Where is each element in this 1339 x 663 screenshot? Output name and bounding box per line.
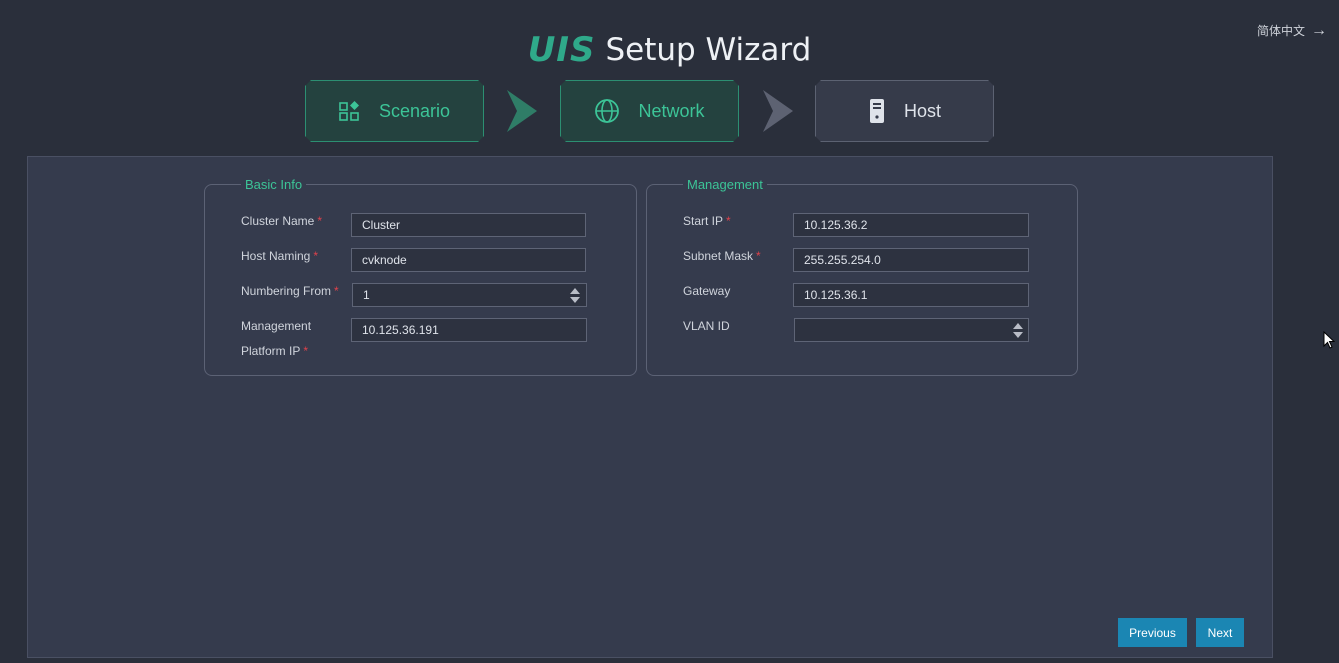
management-ip-row: Management Platform IP * bbox=[205, 318, 636, 368]
basic-info-legend: Basic Info bbox=[245, 177, 303, 192]
step-host[interactable]: Host bbox=[815, 80, 994, 142]
stepper-down-icon[interactable] bbox=[1013, 332, 1023, 338]
host-naming-input[interactable] bbox=[351, 248, 586, 272]
numbering-from-row: Numbering From * bbox=[205, 283, 636, 309]
step-label: Host bbox=[903, 100, 941, 121]
apps-icon bbox=[339, 100, 361, 122]
start-ip-row: Start IP * bbox=[647, 213, 1077, 239]
page-title: UIS Setup Wizard bbox=[0, 30, 1339, 70]
cluster-name-label: Cluster Name * bbox=[241, 214, 323, 228]
server-icon bbox=[868, 98, 886, 124]
stepper-up-icon[interactable] bbox=[1013, 323, 1023, 329]
management-group: Management Start IP* Subnet Mask* Gatewa… bbox=[646, 177, 1078, 376]
step-scenario[interactable]: Scenario bbox=[305, 80, 484, 142]
subnet-mask-label: Subnet Mask * bbox=[683, 249, 761, 263]
basic-info-group: Basic Info Cluster Name* Host Naming* Nu… bbox=[204, 177, 637, 376]
numbering-from-stepper[interactable] bbox=[352, 283, 587, 307]
globe-icon bbox=[594, 98, 620, 124]
numbering-from-label: Numbering From * bbox=[241, 284, 339, 298]
next-button[interactable]: Next bbox=[1196, 618, 1244, 647]
vlan-id-label: VLAN ID bbox=[683, 319, 730, 333]
subnet-mask-input[interactable] bbox=[793, 248, 1029, 272]
main-panel: Basic Info Cluster Name* Host Naming* Nu… bbox=[27, 156, 1273, 658]
host-naming-label: Host Naming * bbox=[241, 249, 319, 263]
previous-button[interactable]: Previous bbox=[1118, 618, 1187, 647]
mouse-cursor-icon bbox=[1323, 331, 1335, 349]
title-text: Setup Wizard bbox=[605, 32, 812, 68]
management-ip-input[interactable] bbox=[351, 318, 587, 342]
vlan-stepper-arrows[interactable] bbox=[1011, 319, 1025, 341]
management-legend: Management bbox=[687, 177, 763, 192]
vlan-id-row: VLAN ID bbox=[647, 318, 1077, 344]
management-ip-label: Management Platform IP * bbox=[241, 319, 312, 358]
step-label: Scenario bbox=[378, 100, 451, 121]
start-ip-label: Start IP * bbox=[683, 214, 731, 228]
chevron-right-icon bbox=[763, 90, 793, 132]
gateway-input[interactable] bbox=[793, 283, 1029, 307]
cluster-name-input[interactable] bbox=[351, 213, 586, 237]
step-label: Network bbox=[638, 100, 705, 121]
gateway-label: Gateway bbox=[683, 284, 731, 298]
subnet-mask-row: Subnet Mask * bbox=[647, 248, 1077, 274]
start-ip-input[interactable] bbox=[793, 213, 1029, 237]
wizard-steps: Scenario Network Host bbox=[305, 80, 995, 142]
cluster-name-row: Cluster Name * bbox=[205, 213, 636, 239]
uis-logo: UIS bbox=[527, 30, 596, 70]
vlan-id-stepper[interactable] bbox=[794, 318, 1029, 342]
step-network[interactable]: Network bbox=[560, 80, 739, 142]
chevron-right-icon bbox=[507, 90, 537, 132]
gateway-row: Gateway bbox=[647, 283, 1077, 309]
host-naming-row: Host Naming * bbox=[205, 248, 636, 274]
number-stepper-arrows[interactable] bbox=[568, 284, 582, 306]
stepper-up-icon[interactable] bbox=[570, 288, 580, 294]
stepper-down-icon[interactable] bbox=[570, 297, 580, 303]
